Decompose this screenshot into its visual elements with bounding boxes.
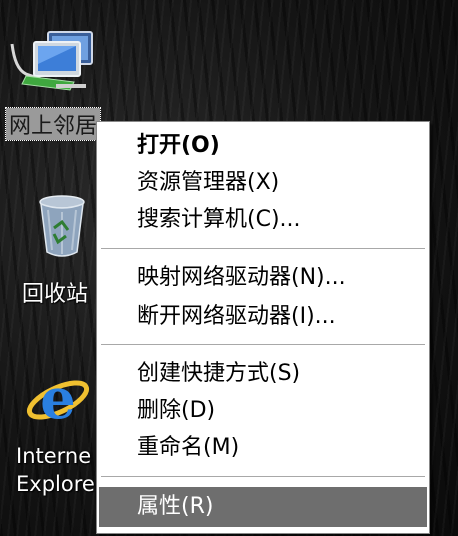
menu-item-map-network-drive[interactable]: 映射网络驱动器(N)... [99,260,427,295]
menu-item-rename[interactable]: 重命名(M) [99,430,427,465]
menu-item-delete[interactable]: 删除(D) [99,393,427,428]
menu-separator [101,344,425,346]
menu-item-explorer[interactable]: 资源管理器(X) [99,165,427,200]
desktop-icon-label-line1: Interne [16,444,92,468]
menu-separator [101,476,425,478]
menu-item-properties[interactable]: 属性(R) [99,487,427,527]
internet-explorer-icon: e [24,364,92,432]
menu-item-search-computer[interactable]: 搜索计算机(C)... [99,202,427,237]
desktop-icon-label: 回收站 [22,282,89,307]
menu-item-create-shortcut[interactable]: 创建快捷方式(S) [99,356,427,391]
menu-separator [101,248,425,250]
svg-text:e: e [40,366,76,432]
menu-item-disconnect-network-drive[interactable]: 断开网络驱动器(I)... [99,299,427,334]
desktop-icon-label: 网上邻居 [4,107,102,141]
context-menu: 打开(O) 资源管理器(X) 搜索计算机(C)... 映射网络驱动器(N)...… [96,121,430,534]
recycle-bin-icon [32,192,92,262]
network-icon [4,30,104,106]
menu-item-open[interactable]: 打开(O) [99,128,427,163]
desktop-icon-label-line2: Explore [16,472,95,496]
